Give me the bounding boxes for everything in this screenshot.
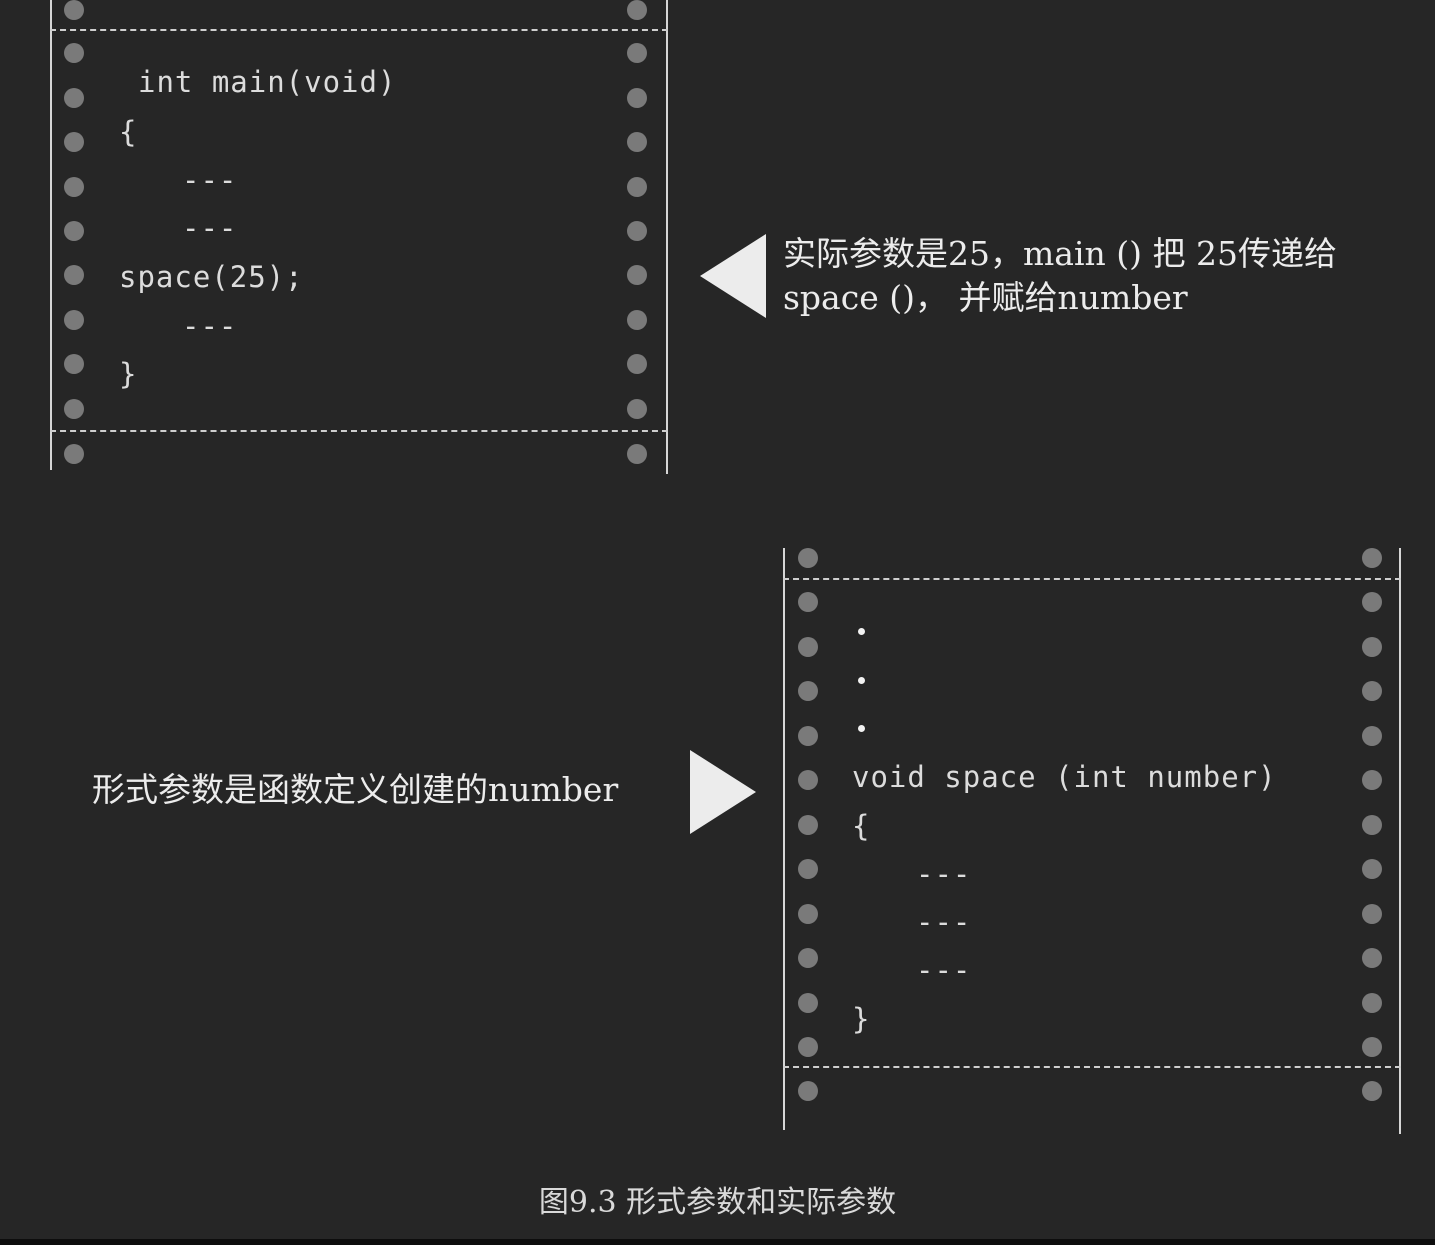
- film-hole: [1362, 681, 1382, 701]
- panel-bottom-dashed-line: [783, 1066, 1401, 1068]
- film-hole: [1362, 1081, 1382, 1101]
- code-line: }: [852, 1002, 871, 1036]
- actual-argument-note-line1: 实际参数是25，main () 把 25传递给: [783, 234, 1337, 273]
- film-hole: [627, 0, 647, 20]
- code-line: ---: [182, 309, 238, 343]
- film-hole: [1362, 859, 1382, 879]
- film-hole: [798, 904, 818, 924]
- film-hole: [64, 310, 84, 330]
- left-triangle-icon: [700, 234, 766, 318]
- film-hole: [798, 726, 818, 746]
- film-hole: [64, 0, 84, 20]
- film-hole: [627, 221, 647, 241]
- film-hole: [64, 177, 84, 197]
- film-hole: [627, 399, 647, 419]
- code-line: ---: [916, 857, 972, 891]
- film-hole: [64, 43, 84, 63]
- code-line: void space (int number): [852, 760, 1277, 794]
- bottom-edge-bar: [0, 1239, 1435, 1245]
- panel-top-dashed-line: [50, 29, 668, 31]
- panel-left-border: [50, 0, 52, 470]
- panel-top-dashed-line: [783, 578, 1401, 580]
- code-line: int main(void): [138, 65, 397, 99]
- film-hole: [1362, 993, 1382, 1013]
- formal-parameter-note: 形式参数是函数定义创建的number: [92, 770, 619, 809]
- film-hole: [64, 88, 84, 108]
- code-line: {: [119, 115, 138, 149]
- film-hole: [1362, 770, 1382, 790]
- film-hole: [1362, 1037, 1382, 1057]
- film-hole: [1362, 592, 1382, 612]
- panel-right-border: [1399, 548, 1401, 1134]
- film-hole: [627, 43, 647, 63]
- film-hole: [798, 548, 818, 568]
- ellipsis-dot: [858, 628, 865, 635]
- film-hole: [798, 770, 818, 790]
- film-hole: [64, 132, 84, 152]
- code-line: ---: [916, 905, 972, 939]
- film-hole: [64, 444, 84, 464]
- actual-argument-note-line2: space ()， 并赋给number: [783, 278, 1188, 317]
- panel-bottom-dashed-line: [50, 430, 668, 432]
- code-line: space(25);: [119, 260, 304, 294]
- film-hole: [798, 815, 818, 835]
- film-hole: [1362, 948, 1382, 968]
- film-hole: [798, 592, 818, 612]
- ellipsis-dot: [858, 725, 865, 732]
- film-hole: [1362, 637, 1382, 657]
- film-hole: [64, 221, 84, 241]
- code-line: }: [119, 357, 138, 391]
- film-hole: [64, 354, 84, 374]
- film-hole: [627, 310, 647, 330]
- film-hole: [798, 681, 818, 701]
- film-hole: [1362, 904, 1382, 924]
- film-hole: [627, 177, 647, 197]
- figure-caption: 图9.3 形式参数和实际参数: [538, 1185, 897, 1220]
- film-hole: [627, 132, 647, 152]
- film-hole: [798, 1037, 818, 1057]
- film-hole: [627, 265, 647, 285]
- film-hole: [627, 444, 647, 464]
- film-hole: [627, 354, 647, 374]
- film-hole: [1362, 726, 1382, 746]
- film-hole: [798, 859, 818, 879]
- right-triangle-icon: [690, 750, 756, 834]
- code-line: ---: [916, 953, 972, 987]
- film-hole: [1362, 548, 1382, 568]
- ellipsis-dot: [858, 677, 865, 684]
- panel-left-border: [783, 548, 785, 1130]
- film-hole: [627, 88, 647, 108]
- film-hole: [64, 265, 84, 285]
- panel-right-border: [666, 0, 668, 474]
- code-line: {: [852, 809, 871, 843]
- film-hole: [798, 1081, 818, 1101]
- code-line: ---: [182, 163, 238, 197]
- film-hole: [798, 948, 818, 968]
- film-hole: [1362, 815, 1382, 835]
- code-line: ---: [182, 211, 238, 245]
- film-hole: [64, 399, 84, 419]
- film-hole: [798, 637, 818, 657]
- film-hole: [798, 993, 818, 1013]
